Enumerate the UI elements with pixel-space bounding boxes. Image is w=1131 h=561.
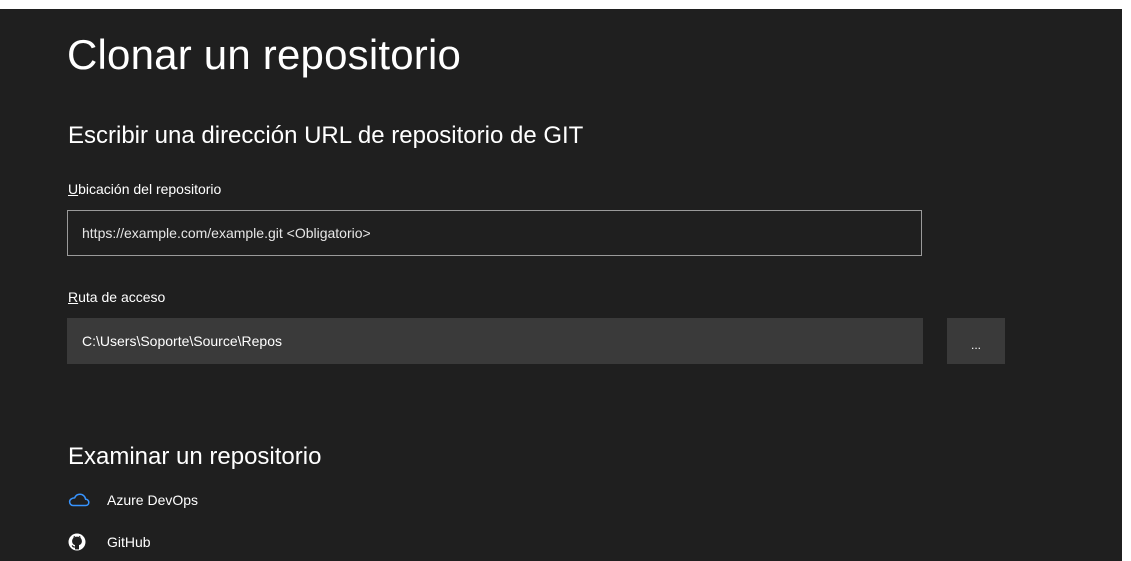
github-link[interactable]: GitHub	[68, 530, 151, 554]
access-key-r: R	[68, 289, 79, 305]
page-title: Clonar un repositorio	[67, 31, 462, 78]
repository-location-label-text: bicación del repositorio	[78, 181, 222, 197]
github-icon	[68, 530, 92, 554]
url-section-heading: Escribir una dirección URL de repositori…	[68, 122, 584, 149]
cloud-icon	[68, 488, 92, 512]
azure-devops-link[interactable]: Azure DevOps	[68, 488, 198, 512]
browse-section-heading: Examinar un repositorio	[68, 443, 322, 470]
azure-devops-label: Azure DevOps	[107, 492, 199, 508]
browse-folder-button[interactable]: ...	[947, 318, 1005, 364]
github-label: GitHub	[107, 534, 151, 550]
repository-location-label: Ubicación del repositorio	[68, 181, 221, 197]
local-path-label: Ruta de acceso	[68, 289, 165, 305]
repository-url-input[interactable]	[67, 210, 922, 256]
local-path-label-text: uta de acceso	[78, 289, 166, 305]
access-key-u: U	[68, 181, 79, 197]
local-path-input[interactable]	[67, 318, 923, 364]
clone-repository-dialog: Clonar un repositorio Escribir una direc…	[0, 9, 1122, 561]
